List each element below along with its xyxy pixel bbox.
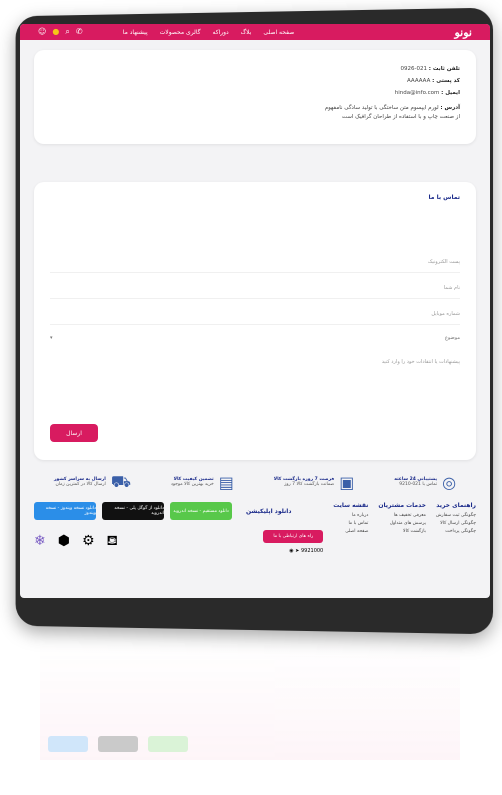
customer-link[interactable]: معرفی تخفیف ها	[378, 513, 426, 518]
message-textarea[interactable]: پیشنهادات یا انتقادات خود را وارد کنید	[50, 349, 460, 419]
features-strip: ◎ پشتیبانی 24 ساعته تماس با 021-9210 ▣ فر…	[20, 460, 490, 494]
feature-return: ▣ فرصت 7 روزه بازگشت کالا ضمانت بازگشت کا…	[274, 470, 355, 494]
phone-row: تلفن ثابت : 021-0926	[50, 66, 460, 72]
return-icon: ▣	[339, 472, 355, 492]
download-title: دانلود اپلیکیشن	[246, 507, 292, 515]
reflection-row	[40, 728, 460, 760]
search-icon[interactable]: ⌕	[65, 27, 69, 37]
windows-download-button[interactable]: دانلود نسخه ویندوز - نسخه ویندوز	[34, 502, 96, 520]
menu-offers[interactable]: پیشنهاد ما	[123, 29, 148, 36]
samandehi-icon[interactable]: ⚙	[82, 533, 95, 551]
sitemap-title: نقشه سایت	[333, 502, 369, 509]
send-button[interactable]: ارسال	[50, 424, 98, 442]
contact-info-card: تلفن ثابت : 021-0926 کد پستی : AAAAAA ای…	[34, 50, 476, 144]
main-menu: صفحه اصلی بلاگ دوراکه گالری محصولات پیشن…	[123, 29, 294, 36]
top-icons: ☺ ● ⌕ ✆	[38, 27, 83, 37]
tablet-screen: نونو صفحه اصلی بلاگ دوراکه گالری محصولات…	[20, 24, 490, 598]
sitemap-link[interactable]: صفحه اصلی	[333, 529, 368, 534]
customer-title: خدمات مشتریان	[378, 502, 426, 509]
ecommerce-icon[interactable]: ⬢	[58, 533, 70, 551]
stage: نونو صفحه اصلی بلاگ دوراکه گالری محصولات…	[0, 0, 502, 795]
feature-quality: ▤ تضمین کیفیت کالا خرید بهترین کالا موجود	[171, 470, 234, 494]
feature-sub: تماس با 021-9210	[399, 482, 438, 487]
guide-column: راهنمای خرید چگونگی ثبت سفارش چگونگی ارس…	[436, 502, 476, 554]
guide-link[interactable]: چگونگی ارسال کالا	[436, 521, 476, 526]
screen-reflection	[40, 640, 460, 760]
chevron-down-icon: ▾	[50, 335, 53, 341]
whatsapp-icon[interactable]: ◉	[289, 548, 293, 554]
store-buttons: دانلود اپلیکیشن دانلود مستقیم - نسخه اند…	[34, 502, 323, 520]
feature-delivery: ⛟ ارسال به سراسر کشور ارسال کالا در کمتری…	[54, 470, 131, 494]
menu-blog[interactable]: بلاگ	[241, 29, 252, 36]
sitemap-link[interactable]: تماس با ما	[333, 521, 368, 526]
social-button[interactable]: راه های ارتباطی با ما	[263, 530, 324, 543]
postal-value: AAAAAA	[407, 78, 431, 84]
address-row: آدرس : لورم ایپسوم متن ساختگی با تولید س…	[50, 104, 460, 122]
postal-label: کد پستی :	[432, 78, 460, 84]
footer-phone: 9921000 ➤ ◉	[263, 548, 323, 554]
address-label: آدرس :	[440, 105, 460, 111]
sitemap-column: نقشه سایت درباره ما تماس با ما صفحه اصلی	[333, 502, 368, 554]
cart-icon[interactable]: ●	[52, 27, 59, 37]
feature-sub: خرید بهترین کالا موجود	[170, 482, 214, 487]
footer-phone-value: 9921000	[300, 548, 324, 554]
subject-select-value: موضوع	[444, 335, 460, 341]
customer-column: خدمات مشتریان معرفی تخفیف ها پرسش های مت…	[378, 502, 426, 554]
guide-link[interactable]: چگونگی ثبت سفارش	[436, 513, 476, 518]
email-input[interactable]: پست الکترونیک	[50, 247, 460, 273]
guide-link[interactable]: چگونگی پرداخت	[436, 529, 476, 534]
contact-title: تماس با ما	[428, 194, 460, 201]
direct-download-button[interactable]: دانلود مستقیم - نسخه اندروید	[170, 502, 232, 520]
feature-sub: ضمانت بازگشت کالا 7 روز	[284, 482, 335, 487]
name-input[interactable]: نام شما	[50, 273, 460, 299]
guide-title: راهنمای خرید	[436, 502, 476, 509]
feature-support: ◎ پشتیبانی 24 ساعته تماس با 021-9210	[394, 470, 456, 494]
top-bar: نونو صفحه اصلی بلاگ دوراکه گالری محصولات…	[20, 24, 490, 40]
enamad-icon[interactable]: ⛾	[107, 533, 118, 551]
customer-link[interactable]: پرسش های متداول	[378, 521, 426, 526]
feature-sub: ارسال کالا در کمترین زمان	[55, 482, 106, 487]
telegram-icon[interactable]: ➤	[295, 548, 299, 554]
email-value[interactable]: hinda@info.com	[395, 90, 440, 96]
brand-logo[interactable]: نونو	[455, 26, 473, 39]
postal-row: کد پستی : AAAAAA	[50, 78, 460, 84]
social-badges-row: راه های ارتباطی با ما 9921000 ➤ ◉ ⛾ ⚙ ⬢ …	[34, 530, 324, 554]
menu-home[interactable]: صفحه اصلی	[263, 29, 294, 36]
address-value-2: از صنعت چاپ و با استفاده از طراحان گرافی…	[341, 114, 460, 120]
reflection-box	[98, 736, 138, 752]
user-icon[interactable]: ☺	[38, 27, 46, 37]
menu-item[interactable]: دوراکه	[213, 29, 229, 36]
mobile-input[interactable]: شماره موبایل	[50, 299, 460, 325]
headset-icon: ◎	[442, 472, 457, 492]
social-block: راه های ارتباطی با ما 9921000 ➤ ◉	[263, 530, 324, 554]
google-play-button[interactable]: دانلود از گوگل پلی - نسخه اندروید	[102, 502, 164, 520]
subject-select[interactable]: موضوع ▾	[50, 325, 460, 349]
sitemap-link[interactable]: درباره ما	[333, 513, 369, 518]
receipt-icon: ▤	[218, 472, 234, 492]
snowflake-icon[interactable]: ❄	[34, 533, 46, 551]
contact-form-card: تماس با ما پست الکترونیک نام شما شماره م…	[34, 182, 476, 460]
menu-gallery[interactable]: گالری محصولات	[160, 29, 201, 36]
reflection-box	[48, 736, 88, 752]
email-label: ایمیل :	[441, 90, 460, 96]
delivery-icon: ⛟	[110, 471, 131, 491]
phone-icon[interactable]: ✆	[76, 27, 83, 37]
phone-label: تلفن ثابت :	[428, 66, 460, 72]
address-value: لورم ایپسوم متن ساختگی با تولید سادگی نا…	[324, 105, 439, 111]
footer: راهنمای خرید چگونگی ثبت سفارش چگونگی ارس…	[20, 494, 490, 562]
reflection-box	[148, 736, 188, 752]
download-section: دانلود اپلیکیشن دانلود مستقیم - نسخه اند…	[34, 502, 324, 554]
email-row: ایمیل : hinda@info.com	[50, 90, 460, 96]
footer-links: راهنمای خرید چگونگی ثبت سفارش چگونگی ارس…	[333, 502, 476, 554]
trust-badges: ⛾ ⚙ ⬢ ❄	[34, 533, 118, 551]
customer-link[interactable]: بازگشت کالا	[378, 529, 426, 534]
phone-value: 021-0926	[400, 66, 427, 72]
